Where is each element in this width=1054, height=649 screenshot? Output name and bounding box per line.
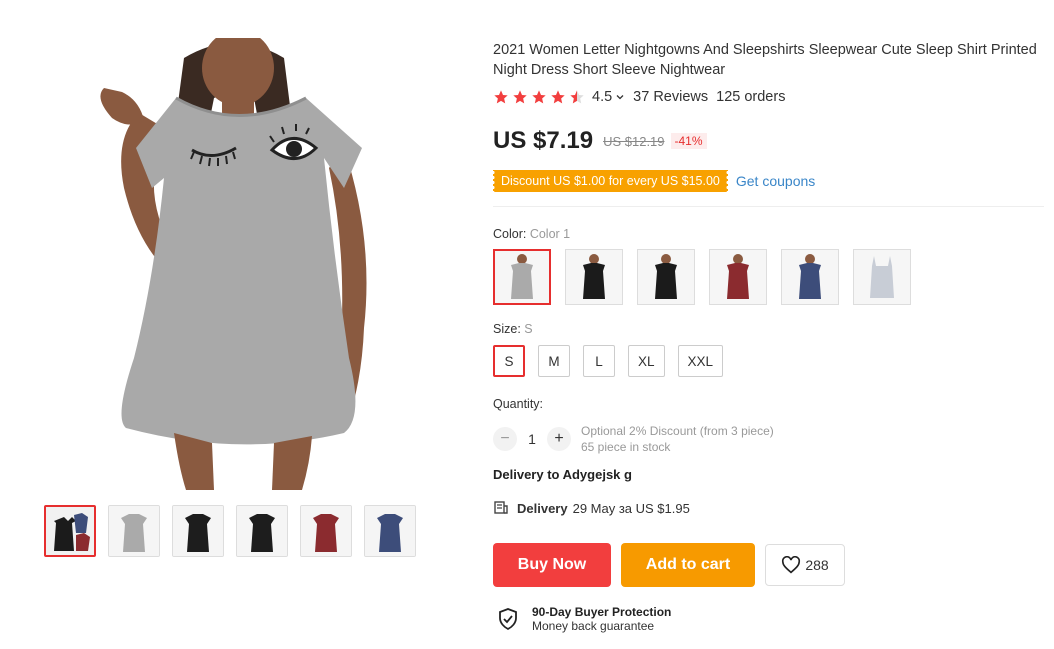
size-option-s[interactable]: S <box>493 345 525 377</box>
color-option-black-eyes[interactable] <box>637 249 695 305</box>
quantity-discount-note: Optional 2% Discount (from 3 piece) <box>581 424 774 438</box>
size-option-m[interactable]: M <box>538 345 570 377</box>
color-option-black-print[interactable] <box>565 249 623 305</box>
rating-value: 4.5 <box>592 89 613 105</box>
color-option-silver-satin[interactable] <box>853 249 911 305</box>
quantity-value[interactable]: 1 <box>517 431 547 447</box>
reviews-link[interactable]: 37 Reviews <box>633 89 708 105</box>
discount-badge: -41% <box>670 133 707 149</box>
wishlist-count: 288 <box>805 557 829 573</box>
increase-quantity-button[interactable]: + <box>547 427 571 451</box>
action-buttons: Buy Now Add to cart 288 <box>493 543 845 587</box>
buyer-protection: 90-Day Buyer Protection Money back guara… <box>497 605 671 633</box>
product-title: 2021 Women Letter Nightgowns And Sleepsh… <box>493 42 1037 78</box>
divider <box>493 206 1044 207</box>
decrease-quantity-button[interactable]: − <box>493 427 517 451</box>
stock-count: 65 piece in stock <box>581 440 671 454</box>
thumbnail-1[interactable] <box>44 505 96 557</box>
star-half-icon <box>570 90 584 104</box>
coupon-row: Discount US $1.00 for every US $15.00 Ge… <box>491 170 815 192</box>
color-label-text: Color: <box>493 227 527 241</box>
thumbnail-6[interactable] <box>364 505 416 557</box>
quantity-info: Optional 2% Discount (from 3 piece) 65 p… <box>581 423 774 455</box>
quantity-stepper: − 1 + Optional 2% Discount (from 3 piece… <box>493 423 774 455</box>
color-option-navy[interactable] <box>781 249 839 305</box>
heart-icon <box>782 556 801 574</box>
quantity-label: Quantity: <box>493 397 544 411</box>
delivery-info: Delivery 29 May за US $1.95 <box>493 500 690 516</box>
add-to-cart-button[interactable]: Add to cart <box>621 543 755 587</box>
thumbnail-4[interactable] <box>236 505 288 557</box>
star-rating <box>493 89 585 105</box>
color-selected: Color 1 <box>529 227 571 241</box>
star-icon <box>532 90 546 104</box>
protection-subtitle: Money back guarantee <box>532 619 655 633</box>
current-price: US $7.19 <box>493 127 594 154</box>
size-option-xl[interactable]: XL <box>628 345 665 377</box>
delivery-label: Delivery <box>517 500 568 516</box>
size-label-text: Size: <box>493 322 521 336</box>
delivery-to[interactable]: Delivery to Adygejsk g <box>493 467 632 482</box>
size-label: Size: S <box>493 322 533 336</box>
shield-check-icon <box>499 608 517 631</box>
product-main-image[interactable] <box>44 30 432 490</box>
price-row: US $7.19 US $12.19 -41% <box>493 127 707 155</box>
color-label: Color: Color 1 <box>493 227 570 241</box>
thumbnail-3[interactable] <box>172 505 224 557</box>
get-coupons-link[interactable]: Get coupons <box>736 173 815 189</box>
color-option-wine-red[interactable] <box>709 249 767 305</box>
thumbnail-5[interactable] <box>300 505 352 557</box>
star-icon <box>551 90 565 104</box>
delivery-details: 29 May за US $1.95 <box>572 500 690 516</box>
color-option-gray[interactable] <box>493 249 551 305</box>
thumbnail-strip <box>44 505 416 557</box>
star-icon <box>494 90 508 104</box>
protection-title: 90-Day Buyer Protection <box>532 605 672 619</box>
old-price: US $12.19 <box>603 133 665 149</box>
size-option-l[interactable]: L <box>583 345 615 377</box>
thumbnail-2[interactable] <box>108 505 160 557</box>
chevron-down-icon[interactable] <box>615 92 625 102</box>
orders-count: 125 orders <box>716 89 786 105</box>
size-option-xxl[interactable]: XXL <box>677 345 724 377</box>
size-options: S M L XL XXL <box>493 345 724 377</box>
delivery-icon <box>494 501 508 514</box>
rating-row: 4.5 37 Reviews 125 orders <box>493 89 785 105</box>
coupon-badge: Discount US $1.00 for every US $15.00 <box>491 170 730 192</box>
color-swatches <box>493 249 911 305</box>
wishlist-button[interactable]: 288 <box>765 544 845 586</box>
star-icon <box>513 90 527 104</box>
buy-now-button[interactable]: Buy Now <box>493 543 611 587</box>
size-selected: S <box>524 322 533 336</box>
